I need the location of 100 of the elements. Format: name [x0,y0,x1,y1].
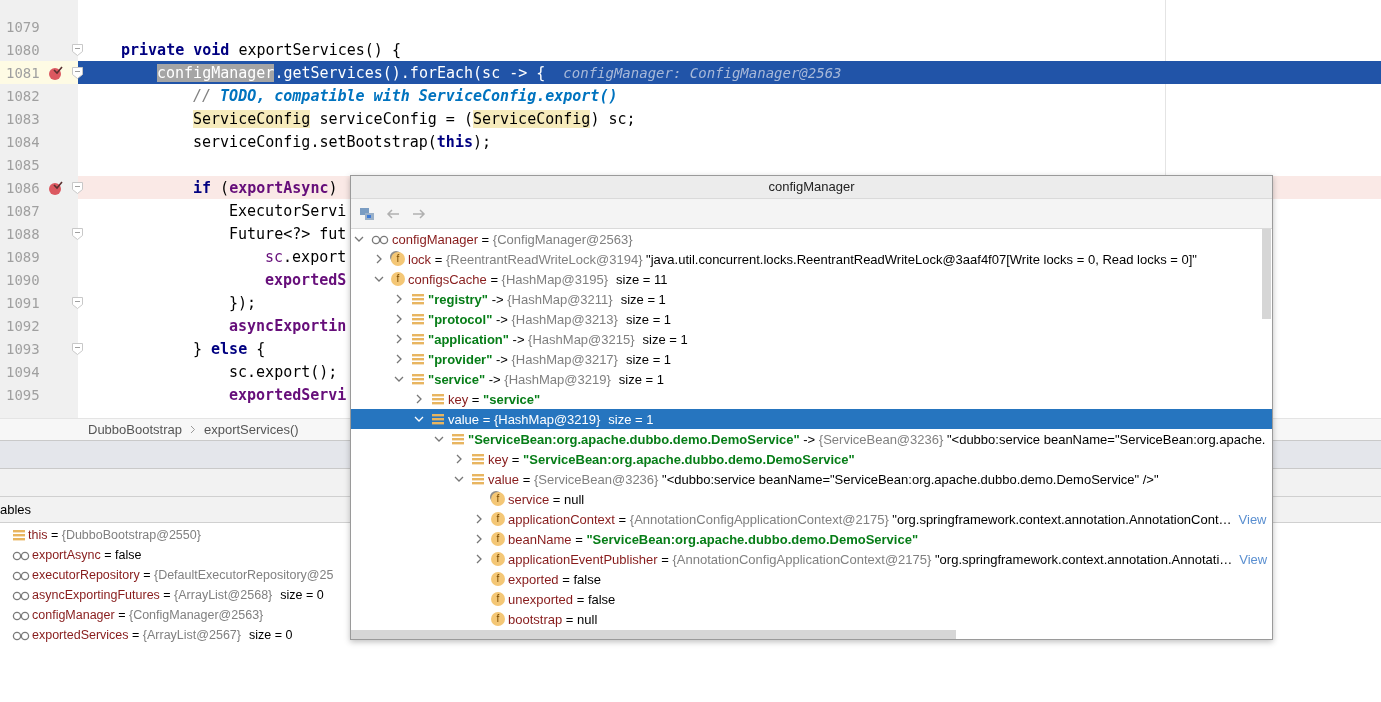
field-icon: f [491,572,505,586]
tree-row[interactable]: key = "service" [351,389,1272,409]
chevron-icon [189,425,196,434]
tree-row[interactable]: f applicationContext = {AnnotationConfigApplicationContext@2175} "org.springframework.context.annotation.AnnotationCont… View [351,509,1272,529]
tree-row[interactable]: "registry" -> {HashMap@3211} size = 1 [351,289,1272,309]
variable-value: bootstrap = null [508,611,598,627]
tree-row[interactable]: f applicationEventPublisher = {AnnotationConfigApplicationContext@2175} "org.springframework.context.annotation.Annotati… View [351,549,1272,569]
code-line: exportedServi [229,385,347,404]
line-number: 1085 [5,156,41,173]
code-line: private void exportServices() { [121,40,401,59]
lines-icon [411,372,425,386]
field-icon: f [491,612,505,626]
lines-icon [451,432,465,446]
code-line: } else { [193,339,266,358]
tree-row[interactable]: f unexported = false [351,589,1272,609]
line-number: 1092 [5,317,41,334]
field-icon: f [491,512,505,526]
line-number: 1079 [5,18,41,35]
variable-value: unexported = false [508,591,616,607]
variable-value: "protocol" -> {HashMap@3213} size = 1 [428,311,672,327]
variable-value: "ServiceBean:org.apache.dubbo.demo.DemoService" -> {ServiceBean@3236} "<dubbo:service beanName="ServiceBean:org.apache. [468,431,1266,447]
code-line: configManager.getServices().forEach(sc -> { [157,63,546,82]
popup-title: configManager [351,176,1272,199]
line-number: 1087 [5,202,41,219]
line-number: 1086 [5,179,41,196]
code-line: asyncExportin [229,316,347,335]
lines-icon [431,392,445,406]
tree-row[interactable]: value = {ServiceBean@3236} "<dubbo:service beanName="ServiceBean:org.apache.dubbo.demo.DemoService" />" [351,469,1272,489]
code-line: sc.export(); [229,362,338,381]
field-icon: f [491,592,505,606]
code-line: ExecutorServi [229,201,347,220]
variable-value: applicationContext = {AnnotationConfigApplicationContext@2175} "org.springframework.context.annotation.AnnotationCont… [508,511,1232,527]
panel-title: ables [0,502,32,517]
line-number: 1083 [5,110,41,127]
tree-row[interactable]: f beanName = "ServiceBean:org.apache.dubbo.demo.DemoService" [351,529,1272,549]
variable-value: value = {HashMap@3219} size = 1 [448,411,654,427]
variable-value: configManager = {ConfigManager@2563} [392,231,633,247]
lines-icon [471,472,485,486]
tree-row[interactable]: f exported = false [351,569,1272,589]
line-number: 1082 [5,87,41,104]
tree-row[interactable]: "protocol" -> {HashMap@3213} size = 1 [351,309,1272,329]
line-number: 1090 [5,271,41,288]
breakpoint-icon[interactable] [48,64,64,81]
line-number: 1095 [5,386,41,403]
tree-row[interactable]: configManager = {ConfigManager@2563} [351,229,1272,249]
breakpoint-icon[interactable] [48,179,64,196]
variable-value: exportAsync = false [32,548,142,562]
tree-row[interactable]: value = {HashMap@3219} size = 1 [351,409,1272,429]
final-field-icon: f [391,252,405,266]
variable-value: executorRepository = {DefaultExecutorRepository@25 [32,568,334,582]
lines-icon [411,352,425,366]
variable-value: "service" -> {HashMap@3219} size = 1 [428,371,664,387]
variable-value: applicationEventPublisher = {AnnotationConfigApplicationContext@2175} "org.springframework.context.annotation.Annotati… [508,551,1233,567]
line-number: 1089 [5,248,41,265]
lines-icon [12,528,26,542]
tree-row[interactable]: key = "ServiceBean:org.apache.dubbo.demo.DemoService" [351,449,1272,469]
field-icon: f [491,552,505,566]
code-line: // TODO, compatible with ServiceConfig.export() [193,86,618,105]
variable-value: asyncExportingFutures = {ArrayList@2568} size = 0 [32,588,324,602]
scrollbar[interactable] [351,630,956,639]
fold-icon[interactable] [72,66,83,79]
line-number: 1094 [5,363,41,380]
variable-value: configsCache = {HashMap@3195} size = 11 [408,271,668,287]
line-number: 1091 [5,294,41,311]
variable-value: "registry" -> {HashMap@3211} size = 1 [428,291,666,307]
tree-row[interactable]: f bootstrap = null [351,609,1272,629]
tree-row[interactable]: f configsCache = {HashMap@3195} size = 11 [351,269,1272,289]
code-line: if (exportAsync) [193,178,338,197]
line-number: 1088 [5,225,41,242]
variable-value: "provider" -> {HashMap@3217} size = 1 [428,351,672,367]
lines-icon [411,332,425,346]
line-number: 1081 [5,64,41,81]
final-field-icon: f [491,492,505,506]
scrollbar[interactable] [1262,229,1271,319]
variable-value: "application" -> {HashMap@3215} size = 1 [428,331,688,347]
tree-row[interactable]: "provider" -> {HashMap@3217} size = 1 [351,349,1272,369]
variable-value: exported = false [508,571,601,587]
code-line: Future<?> fut [229,224,347,243]
tree-row[interactable]: f lock = {ReentrantReadWriteLock@3194} "java.util.concurrent.locks.ReentrantReadWriteLock@3aaf4f07[Write locks = 0, Read locks = 0]" [351,249,1272,269]
lines-icon [411,312,425,326]
lines-icon [431,412,445,426]
breadcrumb-item[interactable]: exportServices() [203,422,299,437]
lines-icon [471,452,485,466]
variable-value: beanName = "ServiceBean:org.apache.dubbo.demo.DemoService" [508,531,919,547]
tree-row[interactable]: f service = null [351,489,1272,509]
variable-value: key = "ServiceBean:org.apache.dubbo.demo.DemoService" [488,451,855,467]
breadcrumb-item[interactable]: DubboBootstrap [88,422,182,437]
tree-icon[interactable] [359,205,375,222]
code-line: serviceConfig.setBootstrap(this); [193,132,492,151]
code-line: }); [229,293,257,312]
variable-value: service = null [508,491,585,507]
line-number: 1080 [5,41,41,58]
variable-value: lock = {ReentrantReadWriteLock@3194} "java.util.concurrent.locks.ReentrantReadWriteLock@3aaf4f07[Write locks = 0, Read locks = 0]" [408,251,1197,267]
variable-value: value = {ServiceBean@3236} "<dubbo:service beanName="ServiceBean:org.apache.dubbo.demo.DemoService" />" [488,471,1159,487]
tree-row[interactable]: "application" -> {HashMap@3215} size = 1 [351,329,1272,349]
variable-value: key = "service" [448,391,541,407]
line-number: 1093 [5,340,41,357]
tree-row[interactable]: "service" -> {HashMap@3219} size = 1 [351,369,1272,389]
line-number: 1084 [5,133,41,150]
tree-row[interactable]: "ServiceBean:org.apache.dubbo.demo.DemoService" -> {ServiceBean@3236} "<dubbo:service beanName="ServiceBean:org.apache. [351,429,1272,449]
